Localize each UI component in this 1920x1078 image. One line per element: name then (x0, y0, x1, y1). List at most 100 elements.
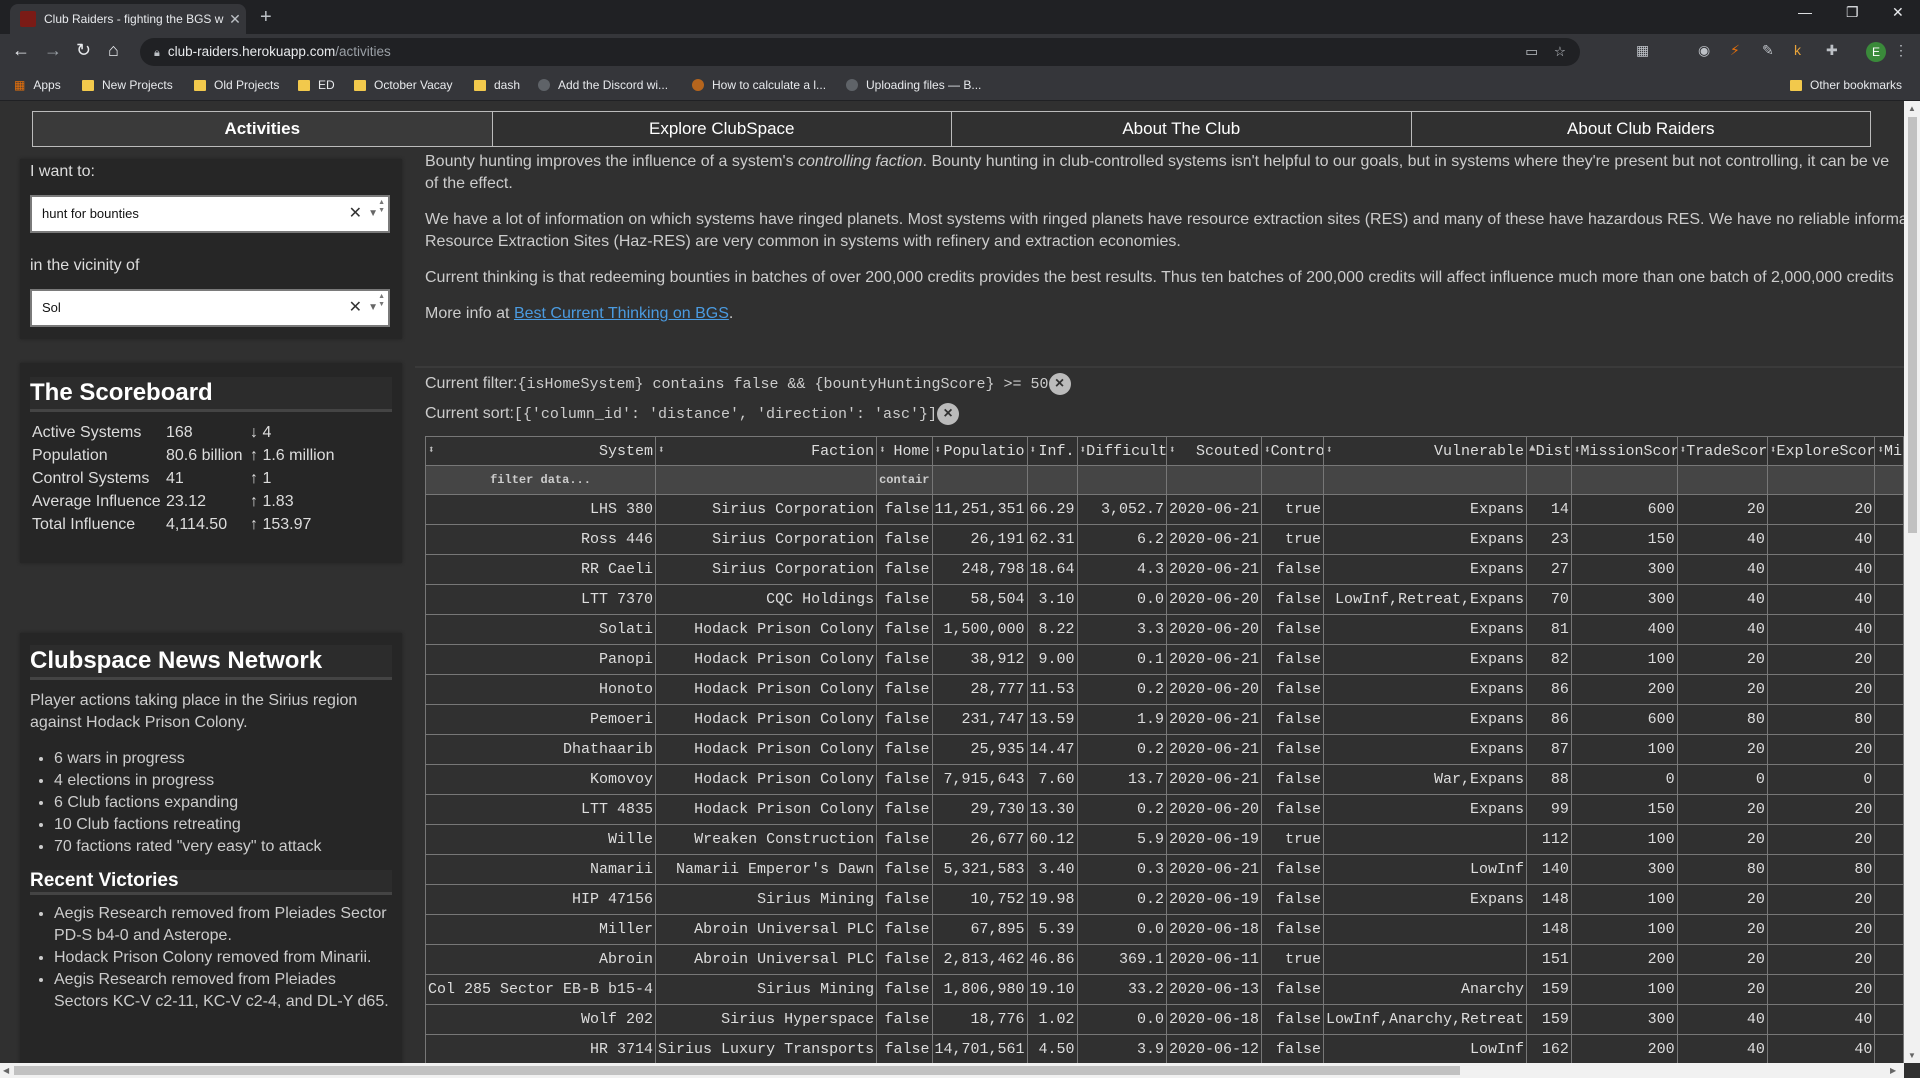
browser-tab[interactable]: Club Raiders - fighting the BGS w ✕ (10, 4, 246, 34)
sort-icon[interactable]: ⬍ (658, 443, 665, 457)
column-header[interactable]: ⬍ Difficult (1076, 436, 1167, 466)
bookmark-dash[interactable]: dash (474, 78, 520, 92)
table-row[interactable]: LHS 380 Sirius Corporation false 11,251,351… (424, 494, 1904, 525)
menu-kebab-icon[interactable]: ⋮ (1894, 42, 1908, 59)
column-filter-input[interactable] (1766, 465, 1876, 495)
column-header[interactable]: ▲ Dist (1526, 436, 1572, 466)
column-header[interactable]: ⬍ Scouted (1165, 436, 1263, 466)
table-row[interactable]: Panopi Hodack Prison Colony false 38,912 9.0… (424, 644, 1904, 675)
sort-icon[interactable]: ⬍ (428, 443, 435, 457)
extension-k-icon[interactable]: k (1794, 42, 1801, 58)
sort-icon[interactable]: ⬍ (1326, 443, 1333, 457)
bookmark-ed[interactable]: ED (298, 78, 335, 92)
column-filter-input[interactable] (1676, 465, 1768, 495)
table-row[interactable]: Col 285 Sector EB-B b15-4 Sirius Mining fa… (424, 974, 1904, 1005)
column-header[interactable]: ⬍ TradeScor (1676, 436, 1768, 466)
back-icon[interactable]: ← (12, 40, 30, 61)
nav-tab-activities[interactable]: Activities (32, 111, 493, 147)
profile-avatar[interactable]: E (1866, 42, 1886, 62)
extension-shield-icon[interactable]: ◉ (1698, 42, 1710, 59)
column-header[interactable]: ⬍ Populatio (931, 436, 1028, 466)
scroll-up-icon[interactable]: ▲ (1908, 104, 1916, 113)
chevron-down-icon[interactable]: ▼ (368, 291, 378, 325)
column-header[interactable]: ⬍ Home (876, 436, 933, 466)
sort-icon[interactable]: ⬍ (1264, 443, 1271, 457)
horizontal-scrollbar[interactable]: ◀ ▶ (0, 1063, 1904, 1078)
sort-icon[interactable]: ⬍ (1169, 443, 1176, 457)
bookmark-uploading[interactable]: Uploading files — B... (846, 78, 981, 92)
column-filter-input[interactable] (1570, 465, 1678, 495)
column-header[interactable]: ⬍ MissionScor (1570, 436, 1678, 466)
cast-icon[interactable]: ▭ (1525, 38, 1538, 66)
clear-icon[interactable]: ✕ (349, 197, 362, 231)
table-row[interactable]: Dhathaarib Hodack Prison Colony false 25,93… (424, 734, 1904, 765)
bookmark-other[interactable]: Other bookmarks (1790, 78, 1902, 92)
bookmark-october-vacay[interactable]: October Vacay (354, 78, 452, 92)
column-header[interactable]: ⬍ Contro (1261, 436, 1324, 466)
scrollbar-thumb[interactable] (1908, 117, 1917, 533)
column-header[interactable]: ⬍ Mi (1874, 436, 1904, 466)
scrollbar-thumb[interactable] (14, 1066, 1460, 1075)
column-filter-input[interactable] (1322, 465, 1528, 495)
nav-tab-about-raiders[interactable]: About Club Raiders (1410, 111, 1871, 147)
extension-pen-icon[interactable]: ✎ (1762, 42, 1774, 59)
sort-icon[interactable]: ⬍ (1877, 443, 1884, 457)
column-header[interactable]: ⬍ Vulnerable (1322, 436, 1528, 466)
sort-icon[interactable]: ▲ (1529, 443, 1536, 455)
column-header[interactable]: ⬍ Faction (655, 436, 878, 466)
clear-sort-icon[interactable]: × (937, 403, 959, 425)
nav-tab-about-club[interactable]: About The Club (951, 111, 1412, 147)
restore-icon[interactable]: ❐ (1846, 4, 1859, 21)
new-tab-icon[interactable]: + (260, 6, 272, 29)
address-bar[interactable]: 🔒︎ club-raiders.herokuapp.com/activities … (140, 38, 1580, 66)
vertical-scrollbar[interactable]: ▲ ▼ (1904, 101, 1920, 1063)
window-close-icon[interactable]: ✕ (1892, 4, 1904, 21)
table-row[interactable]: Wille Wreaken Construction false 26,677 60.1… (424, 824, 1904, 855)
column-filter-input[interactable] (1526, 465, 1572, 495)
column-header[interactable]: ⬍ ExploreScor (1766, 436, 1876, 466)
bookmark-discord[interactable]: Add the Discord wi... (538, 78, 668, 92)
column-filter-input[interactable] (655, 465, 878, 495)
table-row[interactable]: Miller Abroin Universal PLC false 67,895 5.3… (424, 914, 1904, 945)
reload-icon[interactable]: ↻ (76, 40, 91, 61)
clear-icon[interactable]: ✕ (349, 291, 362, 325)
forward-icon[interactable]: → (44, 40, 62, 61)
bookmark-apps[interactable]: ▦ Apps (14, 78, 61, 92)
nav-tab-explore[interactable]: Explore ClubSpace (491, 111, 952, 147)
home-icon[interactable]: ⌂ (108, 40, 119, 61)
bookmark-old-projects[interactable]: Old Projects (194, 78, 279, 92)
column-filter-input[interactable] (931, 465, 1028, 495)
table-row[interactable]: Honoto Hodack Prison Colony false 28,777 11.… (424, 674, 1904, 705)
sort-icon[interactable]: ⬍ (1770, 443, 1777, 457)
bookmark-new-projects[interactable]: New Projects (82, 78, 173, 92)
table-row[interactable]: RR Caeli Sirius Corporation false 248,798 18… (424, 554, 1904, 585)
table-row[interactable]: Ross 446 Sirius Corporation false 26,191 62.… (424, 524, 1904, 555)
column-filter-input[interactable] (1165, 465, 1263, 495)
bgs-thinking-link[interactable]: Best Current Thinking on BGS (514, 305, 729, 322)
column-header[interactable]: ⬍ Inf. (1026, 436, 1078, 466)
column-filter-input[interactable] (1261, 465, 1324, 495)
scroll-down-icon[interactable]: ▼ (1908, 1051, 1916, 1060)
column-filter-input[interactable] (1874, 465, 1904, 495)
scroll-left-icon[interactable]: ◀ (3, 1066, 9, 1075)
clear-filter-icon[interactable]: × (1048, 373, 1071, 395)
minimize-icon[interactable]: — (1798, 4, 1812, 20)
table-row[interactable]: Solati Hodack Prison Colony false 1,500,000… (424, 614, 1904, 645)
sort-icon[interactable]: ⬍ (935, 443, 942, 457)
table-row[interactable]: HIP 47156 Sirius Mining false 10,752 19.98 0.… (424, 884, 1904, 915)
bookmark-star-icon[interactable]: ☆ (1554, 38, 1566, 66)
sort-icon[interactable]: ⬍ (879, 443, 886, 457)
origin-select[interactable]: Sol ✕ ▼ ▲ ▼ (30, 289, 390, 327)
table-row[interactable]: HR 3714 Sirius Luxury Transports false 14,7… (424, 1034, 1904, 1063)
column-filter-input[interactable]: contair (876, 465, 933, 495)
column-filter-input[interactable] (1026, 465, 1078, 495)
column-filter-input[interactable] (1076, 465, 1167, 495)
chevron-down-icon[interactable]: ▼ (368, 197, 378, 231)
scroll-right-icon[interactable]: ▶ (1890, 1066, 1896, 1075)
table-row[interactable]: Namarii Namarii Emperor's Dawn false 5,321,… (424, 854, 1904, 885)
bookmark-calculate[interactable]: How to calculate a l... (692, 78, 826, 92)
extension-grid-icon[interactable]: ▦ (1636, 42, 1649, 59)
table-row[interactable]: Abroin Abroin Universal PLC false 2,813,462… (424, 944, 1904, 975)
table-row[interactable]: LTT 7370 CQC Holdings false 58,504 3.10 0.0 20… (424, 584, 1904, 615)
extension-bolt-icon[interactable]: ⚡︎ (1730, 42, 1740, 59)
